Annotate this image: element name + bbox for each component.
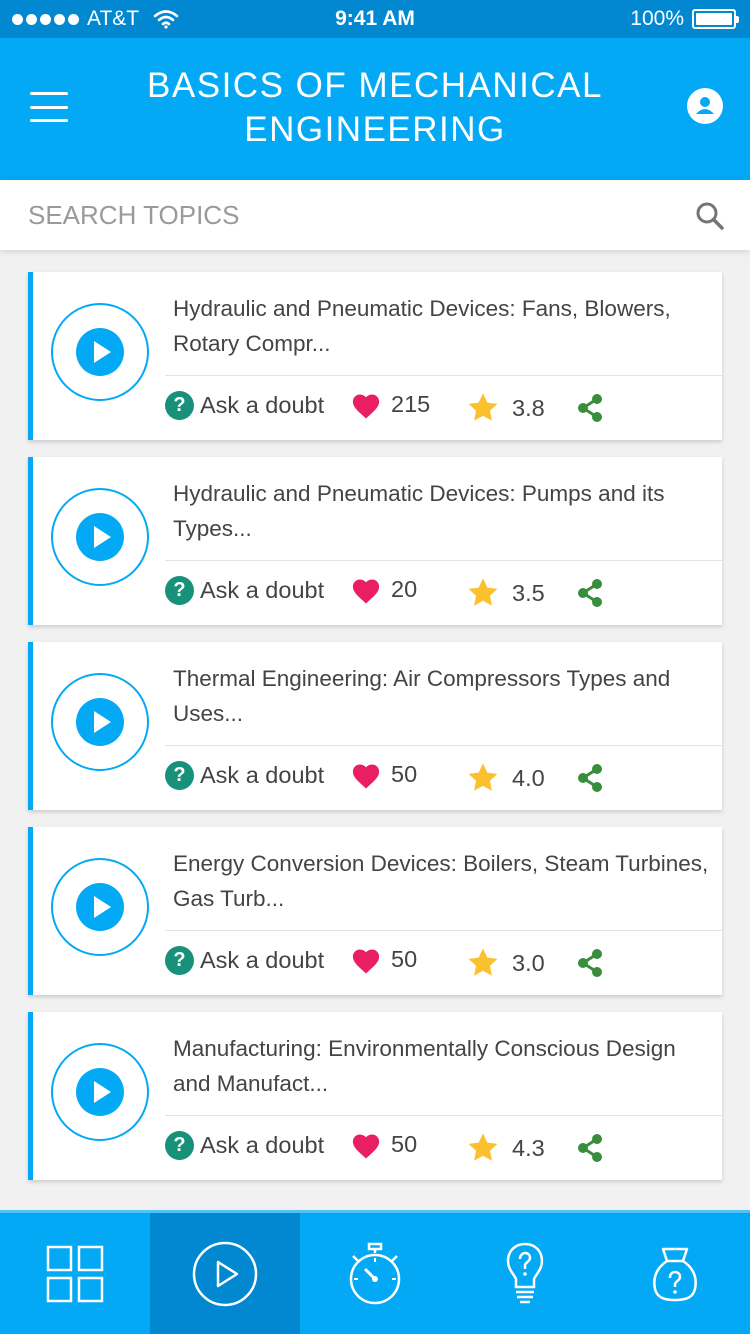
play-icon [76,1068,124,1116]
battery-status: 100% [630,7,739,31]
ask-doubt-label: Ask a doubt [200,392,325,418]
like-count: 50 [391,945,418,972]
ask-doubt-button[interactable]: ? Ask a doubt [165,761,324,790]
divider [165,745,722,746]
star-icon [468,578,498,606]
ask-doubt-button[interactable]: ? Ask a doubt [165,1131,324,1160]
question-icon: ? [165,1131,194,1160]
ask-doubt-label: Ask a doubt [200,577,325,603]
video-list: Hydraulic and Pneumatic Devices: Fans, B… [28,272,722,1197]
question-icon: ? [165,391,194,420]
like-count: 50 [391,1130,418,1157]
divider [165,1115,722,1116]
page-title: BASICS OF MECHANICAL ENGINEERING [147,66,603,149]
play-button[interactable] [51,858,149,956]
like-count: 20 [391,575,418,602]
video-title[interactable]: Manufacturing: Environmentally Conscious… [173,1031,713,1101]
rating-value: 4.3 [512,1134,545,1161]
ask-doubt-button[interactable]: ? Ask a doubt [165,576,324,605]
play-button[interactable] [51,303,149,401]
video-title[interactable]: Hydraulic and Pneumatic Devices: Fans, B… [173,291,713,361]
like-count: 50 [391,760,418,787]
play-icon [76,328,124,376]
status-bar: AT&T 9:41 AM 100% [0,0,750,38]
tab-ask[interactable] [600,1213,750,1334]
question-icon: ? [165,761,194,790]
rating-value: 3.8 [512,394,545,421]
tab-tips[interactable] [450,1213,600,1334]
like-button[interactable]: 215 [351,390,431,420]
search-input[interactable] [28,194,668,236]
video-card: Manufacturing: Environmentally Conscious… [28,1012,722,1180]
app-header: BASICS OF MECHANICAL ENGINEERING [0,38,750,180]
share-icon[interactable] [575,1132,605,1164]
lightbulb-icon [506,1242,544,1303]
stopwatch-icon [349,1242,401,1304]
play-button[interactable] [51,1043,149,1141]
rating: 4.0 [466,762,545,794]
play-circle-icon [192,1241,258,1306]
rating: 3.8 [466,392,545,424]
video-card: Energy Conversion Devices: Boilers, Stea… [28,827,722,995]
grid-icon [46,1245,104,1302]
play-button[interactable] [51,673,149,771]
question-icon: ? [165,946,194,975]
heart-icon [352,579,380,604]
rating: 4.3 [466,1132,545,1164]
play-icon [76,513,124,561]
bottom-tab-bar [0,1210,750,1334]
rating-value: 3.0 [512,949,545,976]
battery-percent: 100% [630,7,684,30]
tab-dashboard[interactable] [0,1213,150,1334]
question-icon: ? [165,576,194,605]
tab-tests[interactable] [300,1213,450,1334]
share-icon[interactable] [575,762,605,794]
rating-value: 3.5 [512,579,545,606]
share-icon[interactable] [575,577,605,609]
rating: 3.0 [466,947,545,979]
like-button[interactable]: 20 [351,575,418,605]
video-title[interactable]: Hydraulic and Pneumatic Devices: Pumps a… [173,476,713,546]
star-icon [468,763,498,791]
like-count: 215 [391,390,431,417]
share-icon[interactable] [575,392,605,424]
hamburger-menu-icon[interactable] [30,90,68,124]
battery-icon [692,9,739,29]
rating: 3.5 [466,577,545,609]
like-button[interactable]: 50 [351,1130,418,1160]
play-button[interactable] [51,488,149,586]
share-icon[interactable] [575,947,605,979]
video-title[interactable]: Energy Conversion Devices: Boilers, Stea… [173,846,713,916]
divider [165,930,722,931]
heart-icon [352,1134,380,1159]
ask-doubt-button[interactable]: ? Ask a doubt [165,391,324,420]
heart-icon [352,764,380,789]
video-card: Hydraulic and Pneumatic Devices: Pumps a… [28,457,722,625]
search-bar [0,180,750,250]
profile-icon[interactable] [687,88,723,124]
heart-icon [352,394,380,419]
video-title[interactable]: Thermal Engineering: Air Compressors Typ… [173,661,713,731]
ask-doubt-label: Ask a doubt [200,947,325,973]
like-button[interactable]: 50 [351,760,418,790]
play-icon [76,883,124,931]
heart-icon [352,949,380,974]
divider [165,375,722,376]
ask-doubt-label: Ask a doubt [200,1132,325,1158]
video-card: Hydraulic and Pneumatic Devices: Fans, B… [28,272,722,440]
play-icon [76,698,124,746]
star-icon [468,1133,498,1161]
divider [165,560,722,561]
tab-videos[interactable] [150,1213,300,1334]
like-button[interactable]: 50 [351,945,418,975]
ask-doubt-label: Ask a doubt [200,762,325,788]
question-bag-icon [653,1247,697,1301]
ask-doubt-button[interactable]: ? Ask a doubt [165,946,324,975]
star-icon [468,393,498,421]
rating-value: 4.0 [512,764,545,791]
video-card: Thermal Engineering: Air Compressors Typ… [28,642,722,810]
search-icon[interactable] [694,200,726,232]
star-icon [468,948,498,976]
